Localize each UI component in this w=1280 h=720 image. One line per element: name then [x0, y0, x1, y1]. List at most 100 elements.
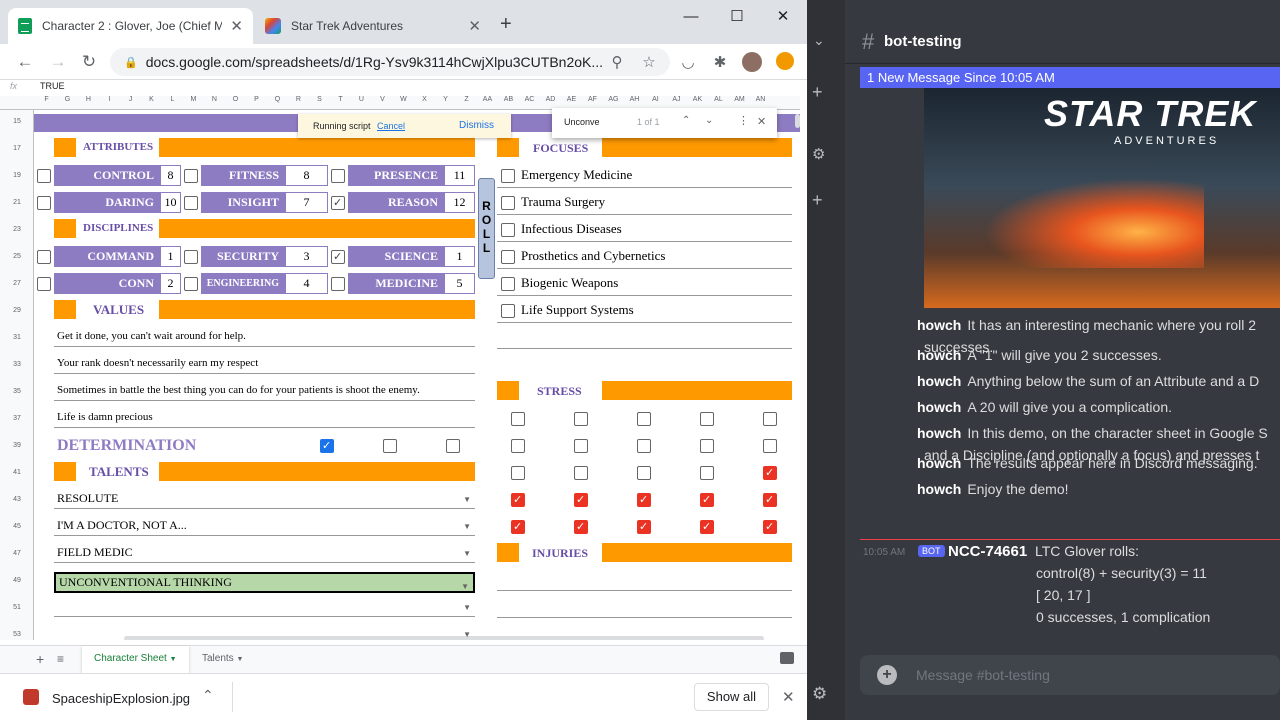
column-header[interactable]: R [288, 96, 309, 103]
dropdown-arrow-icon[interactable]: ▼ [461, 578, 469, 595]
gear-icon[interactable]: ⚙ [812, 145, 825, 163]
show-all-button[interactable]: Show all [694, 683, 769, 711]
new-tab-button[interactable]: + [500, 13, 512, 36]
column-header[interactable]: M [183, 96, 204, 103]
close-download-bar-icon[interactable]: ✕ [782, 688, 795, 706]
row-header[interactable]: 49 [0, 577, 34, 584]
tab-character-sheet[interactable]: Character Sheet ▼ [82, 646, 189, 673]
close-tab-icon[interactable]: ✕ [230, 17, 243, 35]
stress-checkbox[interactable] [763, 493, 777, 507]
all-sheets-button[interactable]: ≡ [57, 652, 64, 666]
stress-checkbox[interactable] [637, 412, 651, 426]
stress-checkbox[interactable] [511, 493, 525, 507]
column-header[interactable]: AH [624, 96, 645, 103]
row-header[interactable]: 33 [0, 361, 34, 368]
stat-checkbox[interactable] [184, 250, 198, 264]
reload-icon[interactable]: ↻ [77, 51, 101, 73]
stat-value[interactable]: 8 [285, 165, 328, 186]
column-header[interactable]: Q [267, 96, 288, 103]
column-header[interactable]: AI [645, 96, 666, 103]
tab-character-sheet[interactable]: Character 2 : Glover, Joe (Chief M ✕ [8, 8, 253, 44]
row-header[interactable]: 45 [0, 523, 34, 530]
column-header[interactable]: AK [687, 96, 708, 103]
stat-value[interactable]: 4 [285, 273, 328, 294]
stress-checkbox[interactable] [700, 439, 714, 453]
row-header[interactable]: 23 [0, 226, 34, 233]
close-window-icon[interactable]: ✕ [760, 4, 806, 28]
stat-value[interactable]: 10 [160, 192, 181, 213]
column-header[interactable]: T [330, 96, 351, 103]
message-author[interactable]: howch [917, 481, 961, 497]
message-author[interactable]: howch [917, 455, 961, 471]
column-header[interactable]: AN [750, 96, 771, 103]
column-header[interactable]: J [120, 96, 141, 103]
bookmark-star-icon[interactable]: ☆ [638, 51, 660, 73]
stat-checkbox[interactable] [331, 250, 345, 264]
cancel-link[interactable]: Cancel [377, 121, 405, 131]
stat-checkbox[interactable] [331, 277, 345, 291]
stat-checkbox[interactable] [331, 169, 345, 183]
find-next-icon[interactable]: ⌄ [705, 115, 713, 126]
focus-checkbox[interactable] [501, 169, 515, 183]
value-line[interactable]: Life is damn precious [54, 411, 475, 428]
message-author[interactable]: howch [917, 399, 961, 415]
sheet-grid[interactable]: ATTRIBUTES DISCIPLINES VALUES DETERMINAT… [34, 110, 800, 640]
stat-checkbox[interactable] [37, 250, 51, 264]
talent-row[interactable]: UNCONVENTIONAL THINKING ▼ [54, 572, 475, 593]
row-header[interactable]: 39 [0, 442, 34, 449]
row-header[interactable]: 29 [0, 307, 34, 314]
column-header[interactable]: AJ [666, 96, 687, 103]
stat-checkbox[interactable] [184, 277, 198, 291]
message-composer[interactable]: + Message #bot-testing [860, 655, 1280, 695]
message-author[interactable]: howch [917, 347, 961, 363]
add-sheet-button[interactable]: + [36, 651, 44, 667]
vertical-scrollbar[interactable] [795, 114, 800, 128]
column-header[interactable]: AC [519, 96, 540, 103]
column-header[interactable]: AF [582, 96, 603, 103]
composer-placeholder[interactable]: Message #bot-testing [916, 667, 1050, 683]
stat-value[interactable]: 7 [285, 192, 328, 213]
row-header[interactable]: 35 [0, 388, 34, 395]
stat-value[interactable]: 5 [444, 273, 475, 294]
dropdown-arrow-icon[interactable]: ▼ [463, 603, 471, 612]
column-header[interactable]: V [372, 96, 393, 103]
minimize-icon[interactable]: — [668, 4, 714, 28]
forward-icon[interactable]: → [46, 51, 70, 73]
column-header[interactable]: F [36, 96, 57, 103]
column-header[interactable]: W [393, 96, 414, 103]
row-header[interactable]: 27 [0, 280, 34, 287]
stress-checkbox[interactable] [511, 520, 525, 534]
add-attachment-icon[interactable]: + [877, 665, 897, 685]
column-header[interactable]: U [351, 96, 372, 103]
column-header[interactable]: Z [456, 96, 477, 103]
column-header[interactable]: AD [540, 96, 561, 103]
talent-row[interactable]: I'M A DOCTOR, NOT A... ▼ [54, 518, 475, 536]
stat-checkbox[interactable] [37, 277, 51, 291]
dropdown-arrow-icon[interactable]: ▼ [463, 522, 471, 531]
column-header[interactable]: H [78, 96, 99, 103]
stat-checkbox[interactable] [331, 196, 345, 210]
stress-checkbox[interactable] [574, 520, 588, 534]
new-messages-banner[interactable]: 1 New Message Since 10:05 AM [860, 67, 1280, 88]
row-header[interactable]: 19 [0, 172, 34, 179]
focus-checkbox[interactable] [501, 223, 515, 237]
more-options-icon[interactable]: ⋮ [738, 114, 749, 127]
zoom-icon[interactable]: ⚲ [606, 51, 628, 73]
stress-checkbox[interactable] [637, 493, 651, 507]
row-header[interactable]: 47 [0, 550, 34, 557]
stress-checkbox[interactable] [637, 466, 651, 480]
stat-value[interactable]: 12 [444, 192, 475, 213]
column-header[interactable]: P [246, 96, 267, 103]
extensions-icon[interactable]: ✱ [709, 51, 731, 73]
tab-talents[interactable]: Talents ▼ [192, 646, 253, 673]
stress-checkbox[interactable] [763, 520, 777, 534]
star-trek-image[interactable]: STAR TREK ADVENTURES [924, 88, 1280, 308]
injury-line[interactable] [497, 575, 792, 591]
injury-line[interactable] [497, 602, 792, 618]
chevron-down-icon[interactable]: ⌄ [813, 32, 825, 49]
stat-checkbox[interactable] [37, 196, 51, 210]
column-header[interactable]: AG [603, 96, 624, 103]
add-icon[interactable]: + [812, 190, 823, 211]
dropdown-arrow-icon[interactable]: ▼ [463, 549, 471, 558]
row-header[interactable]: 21 [0, 199, 34, 206]
